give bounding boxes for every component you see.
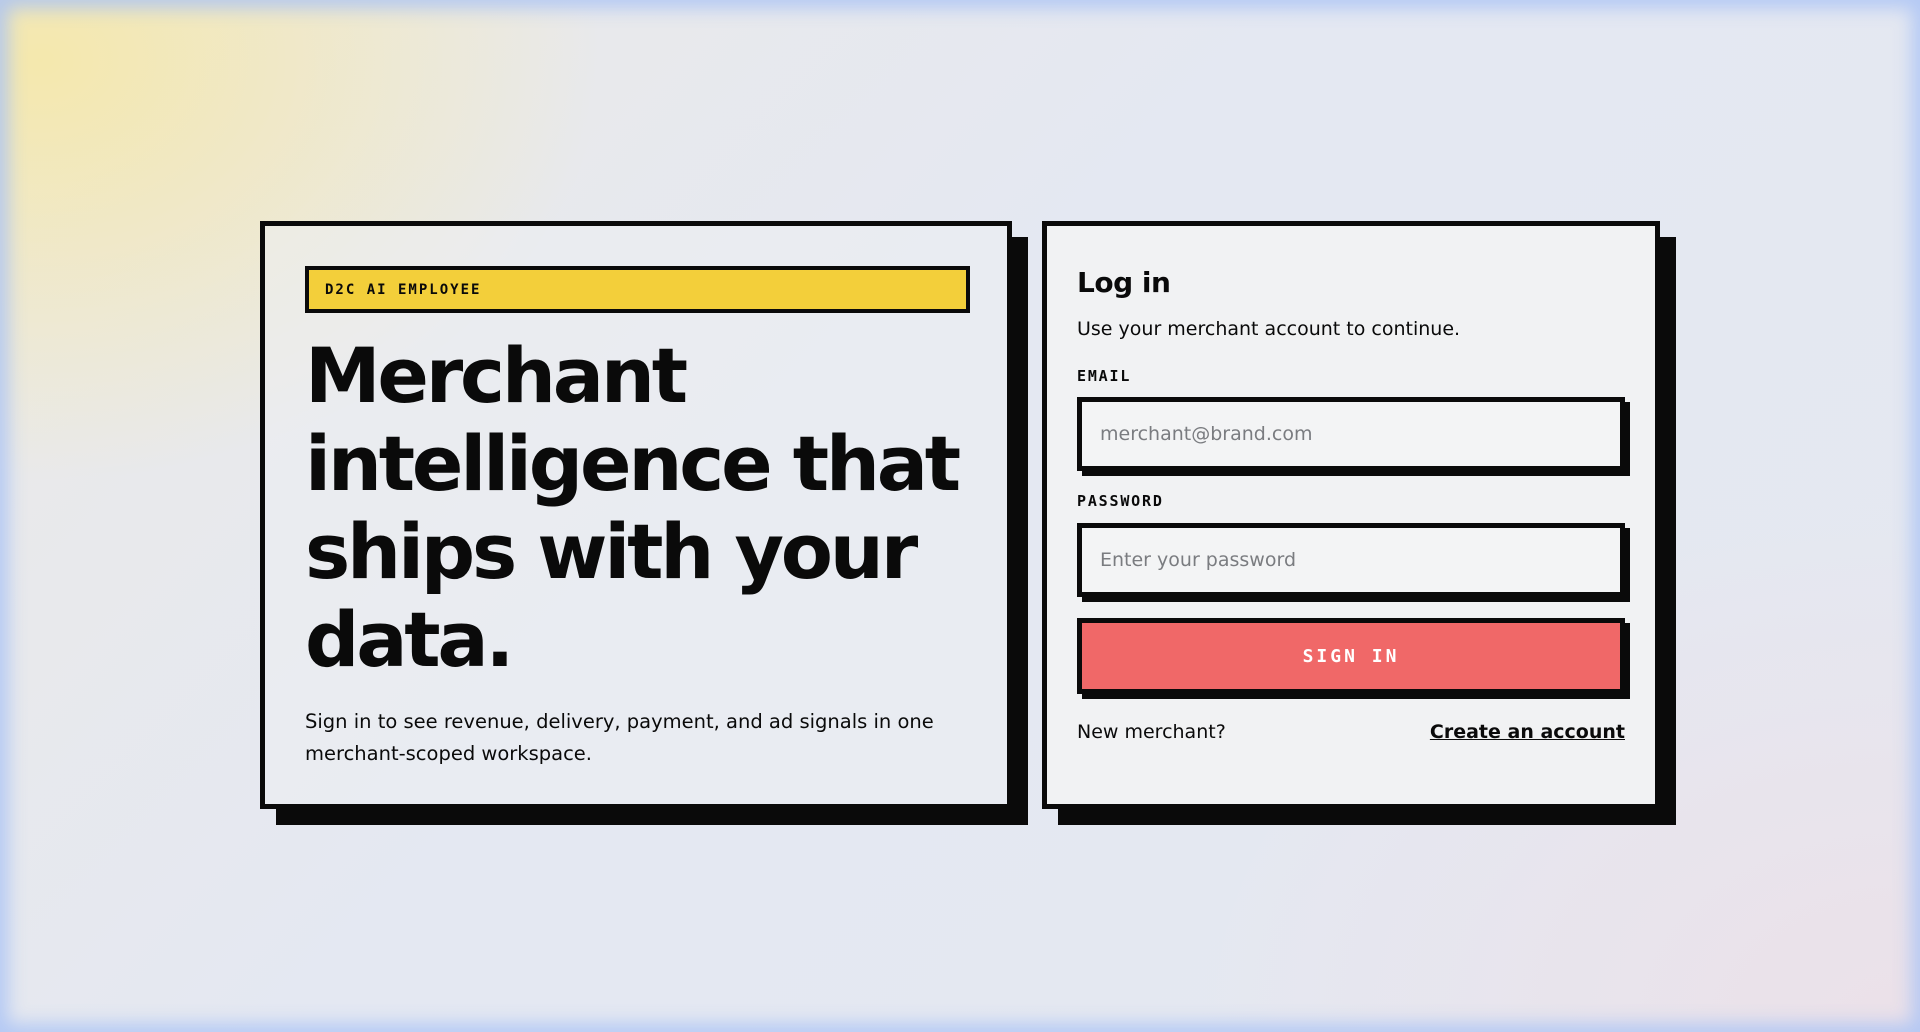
password-label: PASSWORD [1077,492,1164,510]
new-merchant-text: New merchant? [1077,721,1226,743]
email-field-wrapper [1077,397,1625,471]
eyebrow-badge: D2C AI EMPLOYEE [305,266,970,313]
hero-headline: Merchant intelligence that ships with yo… [305,331,961,684]
hero-subtitle: Sign in to see revenue, delivery, paymen… [305,710,934,765]
email-label: EMAIL [1077,367,1132,385]
password-field[interactable] [1082,528,1620,592]
hero-card: D2C AI EMPLOYEE Merchant intelligence th… [260,221,1012,809]
create-account-link[interactable]: Create an account [1430,721,1625,743]
login-footer: New merchant? Create an account [1077,721,1625,743]
email-field[interactable] [1082,402,1620,466]
login-card: Log in Use your merchant account to cont… [1042,221,1660,809]
login-subtitle: Use your merchant account to continue. [1077,318,1461,340]
sign-in-button[interactable]: SIGN IN [1077,618,1625,694]
password-field-wrapper [1077,523,1625,597]
login-title: Log in [1077,266,1171,299]
